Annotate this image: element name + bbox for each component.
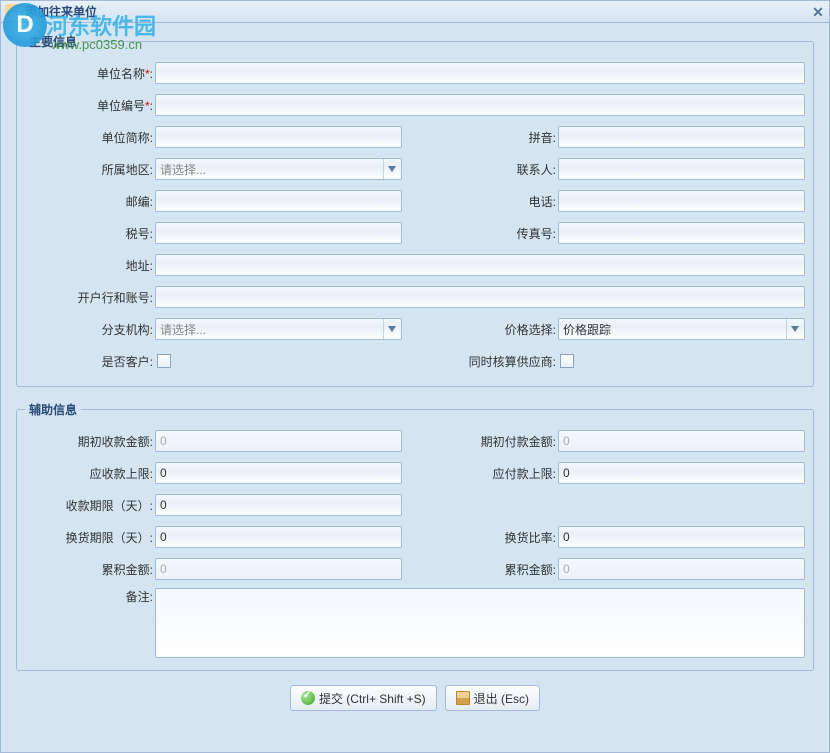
label-pay-limit: 应付款上限: [438,465,558,482]
receive-days-input[interactable] [155,494,402,516]
close-icon: ✕ [812,4,824,21]
label-branch: 分支机构: [25,321,155,338]
branch-select[interactable]: 请选择... [155,318,402,340]
label-postcode: 邮编: [25,193,155,210]
label-tax: 税号: [25,225,155,242]
label-region: 所属地区: [25,161,155,178]
label-receive-limit: 应收款上限: [25,465,155,482]
address-input[interactable] [155,254,805,276]
chevron-down-icon [786,319,803,339]
region-select[interactable]: 请选择... [155,158,402,180]
branch-select-text: 请选择... [160,321,206,338]
legend-aux: 辅助信息 [25,401,81,418]
label-address: 地址: [25,257,155,274]
submit-icon [301,691,315,705]
label-fax: 传真号: [438,225,558,242]
pay-limit-input[interactable] [558,462,805,484]
label-contact: 联系人: [438,161,558,178]
label-also-supplier: 同时核算供应商: [258,353,558,370]
short-name-input[interactable] [155,126,402,148]
accum-l-input [155,558,402,580]
label-accum-l: 累积金额: [25,561,155,578]
dialog-icon [5,4,21,20]
label-is-customer: 是否客户: [25,353,155,370]
unit-name-input[interactable] [155,62,805,84]
label-exchange-days: 换货期限（天）: [25,529,155,546]
fax-input[interactable] [558,222,805,244]
phone-input[interactable] [558,190,805,212]
dialog-body: 主要信息 单位名称*: 单位编号*: 单位简称: 拼音: [1,23,829,721]
accum-r-input [558,558,805,580]
label-short-name: 单位简称: [25,129,155,146]
label-init-pay: 期初付款金额: [438,433,558,450]
region-select-text: 请选择... [160,161,206,178]
label-phone: 电话: [438,193,558,210]
exit-button[interactable]: 退出 (Esc) [445,685,540,711]
fieldset-aux: 辅助信息 期初收款金额: 期初付款金额: 应收款上限: 应付款上限: 收款期限（… [16,401,814,671]
price-select-text: 价格跟踪 [563,321,611,338]
chevron-down-icon [383,159,400,179]
receive-limit-input[interactable] [155,462,402,484]
submit-label: 提交 (Ctrl+ Shift +S) [319,690,426,707]
contact-input[interactable] [558,158,805,180]
dialog-title: 添加往来单位 [25,3,97,20]
bank-input[interactable] [155,286,805,308]
fieldset-main: 主要信息 单位名称*: 单位编号*: 单位简称: 拼音: [16,33,814,387]
legend-main: 主要信息 [25,33,81,50]
postcode-input[interactable] [155,190,402,212]
label-bank: 开户行和账号: [25,289,155,306]
also-supplier-checkbox[interactable] [560,354,574,368]
dialog-window: 添加往来单位 ✕ D 河东软件园 www.pc0359.cn 主要信息 单位名称… [0,0,830,753]
exchange-ratio-input[interactable] [558,526,805,548]
init-pay-input [558,430,805,452]
label-pinyin: 拼音: [438,129,558,146]
chevron-down-icon [383,319,400,339]
label-unit-code: 单位编号*: [25,97,155,114]
close-button[interactable]: ✕ [809,3,827,21]
tax-input[interactable] [155,222,402,244]
price-select[interactable]: 价格跟踪 [558,318,805,340]
button-bar: 提交 (Ctrl+ Shift +S) 退出 (Esc) [16,685,814,711]
unit-code-input[interactable] [155,94,805,116]
label-price-select: 价格选择: [438,321,558,338]
label-init-receive: 期初收款金额: [25,433,155,450]
label-remark: 备注: [25,588,155,605]
label-exchange-ratio: 换货比率: [438,529,558,546]
is-customer-checkbox[interactable] [157,354,171,368]
label-unit-name: 单位名称*: [25,65,155,82]
label-receive-days: 收款期限（天）: [25,497,155,514]
titlebar: 添加往来单位 ✕ [1,1,829,23]
init-receive-input [155,430,402,452]
remark-textarea[interactable] [155,588,805,658]
exchange-days-input[interactable] [155,526,402,548]
submit-button[interactable]: 提交 (Ctrl+ Shift +S) [290,685,437,711]
label-accum-r: 累积金额: [438,561,558,578]
exit-icon [456,691,470,705]
pinyin-input[interactable] [558,126,805,148]
exit-label: 退出 (Esc) [474,690,529,707]
